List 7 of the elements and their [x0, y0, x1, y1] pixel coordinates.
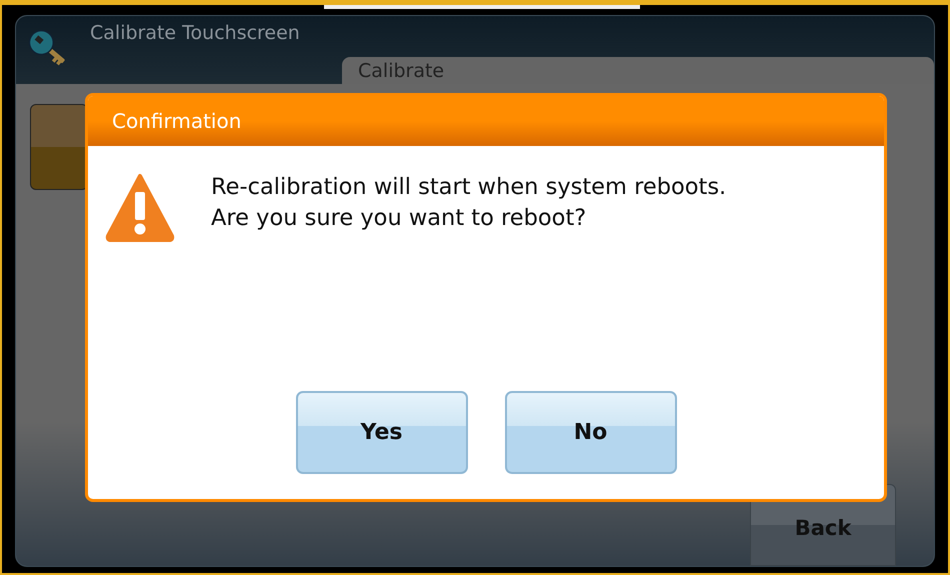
dialog-title: Confirmation	[112, 109, 242, 133]
window-title: Calibrate Touchscreen	[90, 22, 301, 44]
dialog-button[interactable]: No	[504, 391, 676, 474]
warning-icon	[105, 172, 175, 242]
dialog-button[interactable]: Yes	[296, 391, 468, 474]
dialog-message: Re-calibration will start when system reboots. Are you sure you want to reboot?	[211, 173, 728, 233]
tile[interactable]	[30, 104, 88, 190]
